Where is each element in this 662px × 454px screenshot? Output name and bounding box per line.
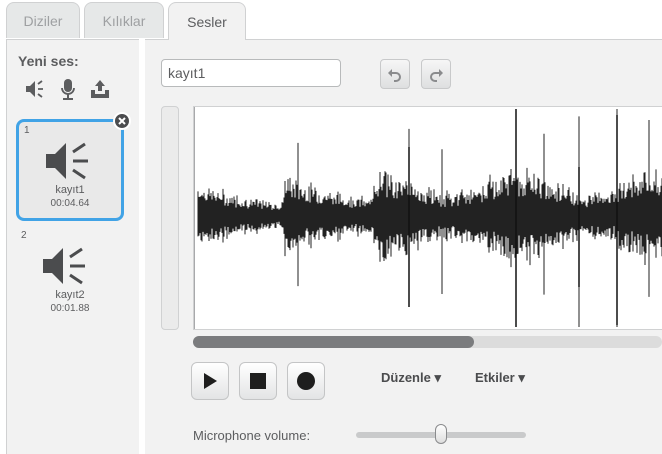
effects-menu-button[interactable]: Etkiler ▾ (475, 370, 525, 386)
stop-icon (250, 373, 266, 389)
upload-icon[interactable] (88, 78, 112, 102)
redo-button[interactable] (421, 59, 451, 89)
sound-index: 2 (21, 230, 27, 241)
play-button[interactable] (191, 362, 229, 400)
tab-scripts[interactable]: Diziler (6, 2, 80, 38)
sound-editor: Düzenle ▾ Etkiler ▾ Microphone volume: (145, 39, 662, 454)
waveform (197, 109, 662, 327)
sound-index: 1 (24, 125, 30, 136)
microphone-icon[interactable] (60, 78, 76, 102)
waveform-canvas[interactable] (193, 106, 662, 330)
tab-costumes[interactable]: Kılıklar (84, 2, 164, 38)
close-icon (118, 117, 126, 125)
record-button[interactable] (287, 362, 325, 400)
undo-button[interactable] (380, 59, 410, 89)
sound-duration: 00:01.88 (50, 303, 90, 314)
undo-icon (388, 69, 401, 82)
sound-duration: 00:04.64 (50, 198, 90, 209)
sound-name-input[interactable] (161, 59, 341, 87)
horizontal-scrollbar[interactable] (193, 336, 662, 348)
tab-sounds[interactable]: Sesler (168, 2, 246, 40)
speaker-library-icon[interactable] (25, 78, 45, 100)
play-icon (204, 373, 217, 389)
playhead-line (194, 107, 195, 329)
mic-volume-knob[interactable] (435, 424, 447, 444)
speaker-icon (46, 142, 88, 180)
edit-menu-button[interactable]: Düzenle ▾ (381, 370, 441, 386)
new-sound-toolbar (25, 78, 140, 108)
tab-bar: Diziler Kılıklar Sesler (0, 0, 662, 40)
mic-volume-label: Microphone volume: (193, 428, 311, 443)
sound-name: kayıt2 (55, 289, 85, 301)
redo-icon (430, 69, 443, 82)
sound-name: kayıt1 (55, 184, 85, 196)
record-icon (297, 372, 315, 390)
scroll-thumb[interactable] (193, 336, 474, 348)
sound-item-1[interactable]: 1 kayıt1 00:04.64 (16, 112, 131, 221)
stop-button[interactable] (239, 362, 277, 400)
sound-item-2[interactable]: 2 kayıt2 00:01.88 (16, 227, 124, 329)
speaker-icon (43, 247, 85, 285)
delete-sound-button[interactable] (113, 112, 131, 130)
sound-list-pane: Yeni ses: 1 kayıt1 00:04.64 2 kayıt2 00:… (6, 39, 139, 454)
vertical-scroll-track[interactable] (161, 106, 179, 330)
new-sound-label: Yeni ses: (18, 53, 79, 69)
